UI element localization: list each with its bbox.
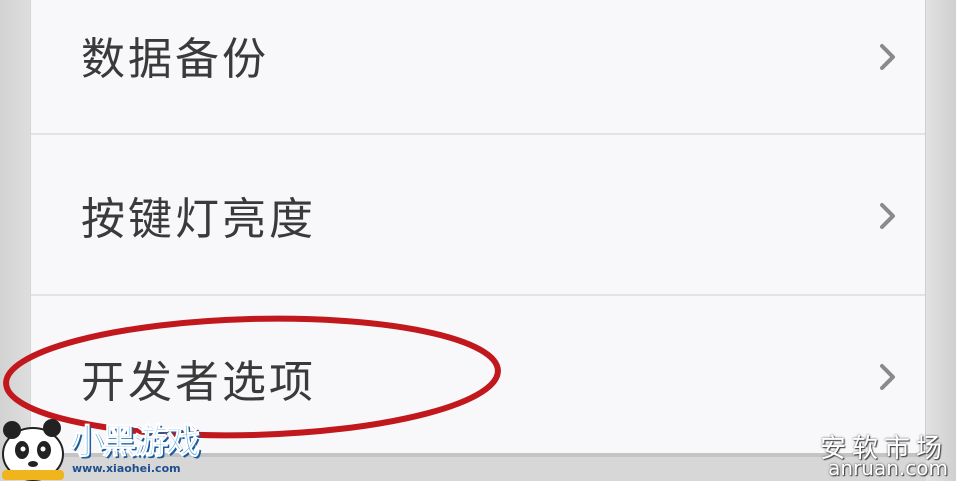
settings-item-data-backup[interactable]: 数据备份 — [31, 0, 925, 135]
left-edge-background — [0, 0, 30, 481]
screen: 数据备份 按键灯亮度 开发者选项 小黑游戏 www.xiaohei.com 安软… — [0, 0, 956, 481]
settings-item-label: 数据备份 — [81, 34, 269, 85]
right-edge-background — [926, 0, 956, 481]
watermark-store-url: anruan.com — [828, 456, 948, 480]
settings-item-label: 按键灯亮度 — [81, 194, 316, 245]
settings-list: 数据备份 按键灯亮度 开发者选项 — [30, 0, 926, 455]
settings-item-key-light-brightness[interactable]: 按键灯亮度 — [31, 135, 925, 295]
chevron-right-icon — [880, 364, 895, 390]
settings-item-label: 开发者选项 — [81, 357, 316, 408]
chevron-right-icon — [880, 203, 895, 229]
chevron-right-icon — [880, 44, 895, 70]
watermark-logo-text: 小黑游戏 — [70, 422, 201, 463]
watermark-logo-url: www.xiaohei.com — [72, 462, 181, 475]
